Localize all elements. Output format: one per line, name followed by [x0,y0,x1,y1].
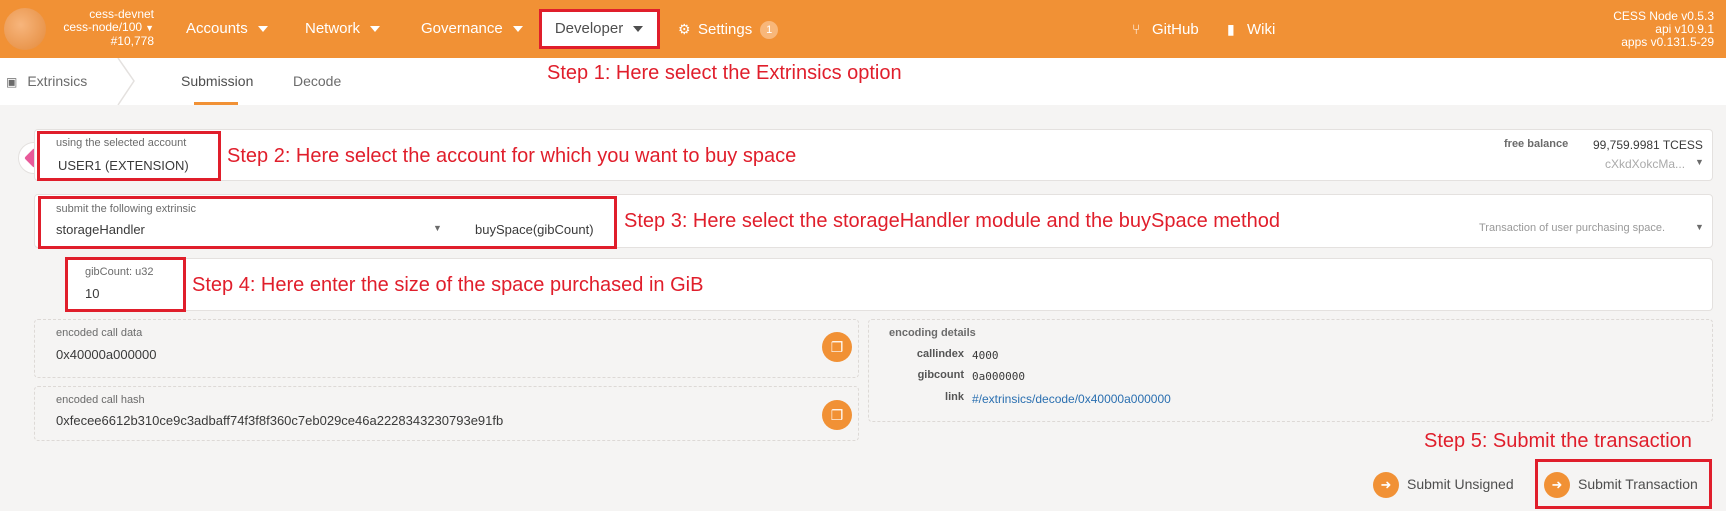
apps-version: apps v0.131.5-29 [1621,35,1714,49]
github-label: GitHub [1152,21,1199,38]
extrinsics-icon: ▣ [6,75,18,89]
call-hash-panel: encoded call hash 0xfecee6612b310ce9c3ad… [34,386,859,441]
gear-icon: ⚙ [678,21,691,37]
step3-highlight [38,196,617,249]
book-icon: ▮ [1227,21,1235,37]
top-navbar: cess-devnet cess-node/100 ▼ #10,778 Accou… [0,0,1726,58]
link-label: link [945,391,964,403]
chain-selector[interactable]: cess-devnet cess-node/100 ▼ #10,778 [54,8,154,48]
call-hash-value: 0xfecee6612b310ce9c3adbaff74f3f8f360c7eb… [56,413,504,428]
balance-value: 99,759.9981 TCESS [1593,138,1703,152]
nav-network[interactable]: Network [305,0,381,58]
step3-annotation: Step 3: Here select the storageHandler m… [624,210,1280,232]
gibcount-encoded: 0a000000 [972,370,1025,383]
call-data-panel: encoded call data 0x40000a000000 ❐ [34,319,859,378]
submit-unsigned-button[interactable]: ➜ Submit Unsigned [1373,470,1514,499]
nav-accounts[interactable]: Accounts [186,0,268,58]
step5-annotation: Step 5: Submit the transaction [1424,430,1692,452]
step1-annotation: Step 1: Here select the Extrinsics optio… [547,62,902,84]
chevron-down-icon [370,26,381,33]
sign-in-icon: ➜ [1373,472,1399,499]
method-description: Transaction of user purchasing space. [1479,222,1666,234]
call-data-label: encoded call data [56,327,143,339]
branch-icon: ⑂ [1132,21,1141,37]
call-hash-label: encoded call hash [56,394,145,406]
account-address: cXkdXokcMa... [1605,157,1686,171]
call-data-value: 0x40000a000000 [56,347,157,362]
step2-annotation: Step 2: Here select the account for whic… [227,145,797,167]
breadcrumb-separator [117,58,135,105]
tab-submission[interactable]: Submission [181,58,253,105]
chevron-down-icon[interactable]: ▼ [1695,157,1704,167]
chevron-down-icon [512,26,523,33]
step2-highlight [37,131,221,181]
chevron-down-icon: ▼ [145,23,154,33]
block-number: #10,778 [110,34,154,48]
nav-governance-label: Governance [421,20,503,37]
step5-highlight [1535,459,1712,509]
encoding-details-label: encoding details [889,327,976,339]
decode-link[interactable]: #/extrinsics/decode/0x40000a000000 [972,392,1171,406]
nav-accounts-label: Accounts [186,20,248,37]
chevron-down-icon[interactable]: ▼ [1695,222,1704,232]
copy-icon[interactable]: ❐ [822,332,852,362]
nav-settings[interactable]: ⚙ Settings 1 [678,0,779,58]
settings-badge: 1 [760,21,779,40]
section-label: Extrinsics [27,73,88,89]
extrinsics-section[interactable]: ▣ Extrinsics [6,58,87,105]
nav-network-label: Network [305,20,361,37]
copy-icon[interactable]: ❐ [822,400,852,430]
gibcount-label: gibcount [917,369,964,381]
active-tab-indicator [194,102,238,105]
sub-navbar: ▣ Extrinsics Submission Decode Step 1: He… [0,58,1726,105]
callindex-value: 4000 [972,349,999,362]
nav-settings-label: Settings [698,21,753,38]
github-link[interactable]: ⑂ GitHub [1132,0,1199,58]
step1-highlight [539,9,660,49]
callindex-label: callindex [916,348,964,360]
node-name: cess-node/100 [63,20,143,34]
submit-unsigned-label: Submit Unsigned [1407,476,1514,492]
chain-logo[interactable] [4,8,46,50]
wiki-link[interactable]: ▮ Wiki [1227,0,1275,58]
wiki-label: Wiki [1247,21,1276,38]
chevron-down-icon [257,26,268,33]
version-info: CESS Node v0.5.3 api v10.9.1 apps v0.131… [1613,10,1714,49]
step4-annotation: Step 4: Here enter the size of the space… [192,274,704,296]
balance-label: free balance [1504,138,1569,150]
tab-decode[interactable]: Decode [293,58,341,105]
encoding-details-panel: encoding details callindex 4000 gibcount… [868,319,1713,422]
nav-governance[interactable]: Governance [421,0,523,58]
step4-highlight [65,257,186,312]
